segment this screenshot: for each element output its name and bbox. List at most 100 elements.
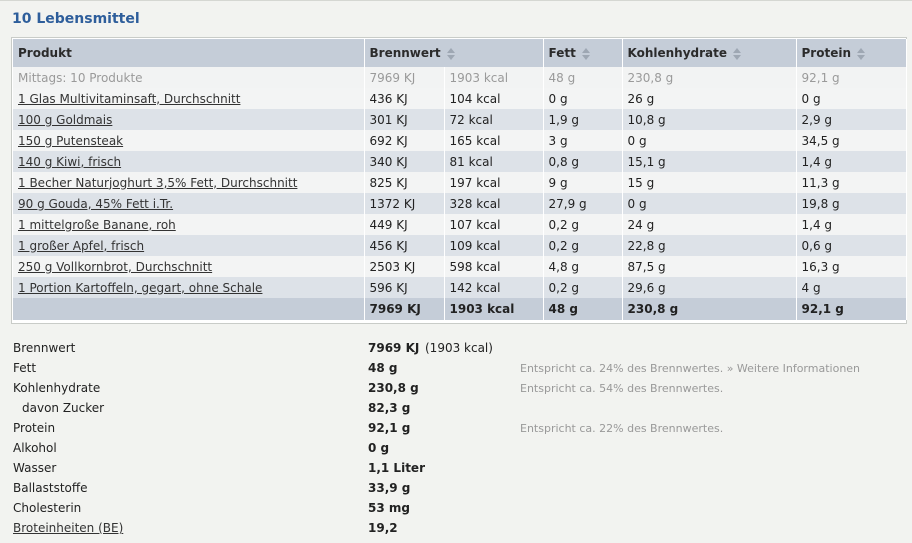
total-kcal: 1903 kcal: [444, 298, 544, 320]
total-kj: 7969 KJ: [364, 298, 445, 320]
meal-carbs: 230,8 g: [622, 67, 797, 88]
cell-fat: 0,2 g: [543, 277, 623, 298]
cell-fat: 27,9 g: [543, 193, 623, 214]
summary-value: 33,9 g: [368, 481, 411, 495]
cell-kj: 449 KJ: [364, 214, 445, 235]
summary-value: 82,3 g: [368, 401, 411, 415]
column-header-energy[interactable]: Brennwert: [364, 39, 544, 67]
summary-row-energy: Brennwert 7969 KJ (1903 kcal): [13, 338, 906, 358]
cell-kj: 825 KJ: [364, 172, 445, 193]
cell-kj: 1372 KJ: [364, 193, 445, 214]
cell-kcal: 328 kcal: [444, 193, 544, 214]
food-item-link[interactable]: 1 mittelgroße Banane, roh: [18, 218, 176, 232]
cell-kcal: 598 kcal: [444, 256, 544, 277]
summary-label: davon Zucker: [22, 401, 105, 415]
table-row: 1 mittelgroße Banane, roh 449 KJ 107 kca…: [13, 214, 907, 235]
cell-carbs: 24 g: [622, 214, 797, 235]
cell-kj: 596 KJ: [364, 277, 445, 298]
food-item-link[interactable]: 150 g Putensteak: [18, 134, 123, 148]
summary-value: 92,1 g: [368, 421, 411, 435]
summary-row-protein: Protein 92,1 g Entspricht ca. 22% des Br…: [13, 418, 906, 438]
total-row: 7969 KJ 1903 kcal 48 g 230,8 g 92,1 g: [13, 298, 907, 320]
bread-units-link[interactable]: Broteinheiten (BE): [13, 521, 123, 535]
summary-note: Entspricht ca. 22% des Brennwertes.: [520, 421, 724, 435]
cell-kcal: 72 kcal: [444, 109, 544, 130]
sort-icon[interactable]: [446, 47, 455, 60]
food-item-link[interactable]: 140 g Kiwi, frisch: [18, 155, 121, 169]
table-row: 90 g Gouda, 45% Fett i.Tr. 1372 KJ 328 k…: [13, 193, 907, 214]
top-divider: [0, 0, 912, 1]
summary-label: Cholesterin: [13, 501, 82, 515]
cell-carbs: 26 g: [622, 88, 797, 109]
summary-note: Entspricht ca. 24% des Brennwertes.: [520, 361, 724, 375]
total-carbs: 230,8 g: [622, 298, 797, 320]
meal-kcal: 1903 kcal: [444, 67, 544, 88]
cell-kj: 436 KJ: [364, 88, 445, 109]
column-header-protein[interactable]: Protein: [796, 39, 907, 67]
food-item-link[interactable]: 100 g Goldmais: [18, 113, 112, 127]
summary-value: 1,1 Liter: [368, 461, 425, 475]
summary-label: Wasser: [13, 461, 57, 475]
summary-row-water: Wasser 1,1 Liter: [13, 458, 906, 478]
cell-carbs: 87,5 g: [622, 256, 797, 277]
cell-fat: 9 g: [543, 172, 623, 193]
summary-value: 48 g: [368, 361, 398, 375]
summary-label: Kohlenhydrate: [13, 381, 101, 395]
column-header-carbs[interactable]: Kohlenhydrate: [622, 39, 797, 67]
summary-value: 7969 KJ: [368, 341, 420, 355]
summary-label: Protein: [13, 421, 56, 435]
page-title: 10 Lebensmittel: [12, 11, 140, 27]
meal-protein: 92,1 g: [796, 67, 907, 88]
meal-fat: 48 g: [543, 67, 623, 88]
page: 10 Lebensmittel Produkt Brennwert Fett K…: [0, 0, 912, 543]
summary-label: Brennwert: [13, 341, 76, 355]
cell-protein: 16,3 g: [796, 256, 907, 277]
sort-icon[interactable]: [857, 47, 866, 60]
cell-carbs: 0 g: [622, 130, 797, 151]
food-item-link[interactable]: 1 Glas Multivitaminsaft, Durchschnitt: [18, 92, 240, 106]
cell-kj: 301 KJ: [364, 109, 445, 130]
cell-fat: 0,2 g: [543, 235, 623, 256]
summary-label: Ballaststoffe: [13, 481, 88, 495]
food-item-link[interactable]: 90 g Gouda, 45% Fett i.Tr.: [18, 197, 173, 211]
cell-protein: 34,5 g: [796, 130, 907, 151]
total-fat: 48 g: [543, 298, 623, 320]
table-row: 1 Glas Multivitaminsaft, Durchschnitt 43…: [13, 88, 907, 109]
summary-row-fat: Fett 48 g Entspricht ca. 24% des Brennwe…: [13, 358, 906, 378]
cell-carbs: 15,1 g: [622, 151, 797, 172]
cell-kcal: 81 kcal: [444, 151, 544, 172]
meal-kj: 7969 KJ: [364, 67, 445, 88]
cell-fat: 0,2 g: [543, 214, 623, 235]
sort-icon[interactable]: [733, 47, 742, 60]
cell-fat: 3 g: [543, 130, 623, 151]
cell-kcal: 104 kcal: [444, 88, 544, 109]
sort-icon[interactable]: [581, 47, 590, 60]
meal-summary-row: Mittags: 10 Produkte 7969 KJ 1903 kcal 4…: [13, 67, 907, 88]
cell-fat: 0,8 g: [543, 151, 623, 172]
food-table: Produkt Brennwert Fett Kohlenhydrate Pro…: [13, 39, 907, 320]
column-header-fat[interactable]: Fett: [543, 39, 623, 67]
table-row: 1 Becher Naturjoghurt 3,5% Fett, Durchsc…: [13, 172, 907, 193]
cell-fat: 4,8 g: [543, 256, 623, 277]
summary-value: 0 g: [368, 441, 390, 455]
summary-row-alcohol: Alkohol 0 g: [13, 438, 906, 458]
total-label: [13, 298, 365, 320]
cell-carbs: 0 g: [622, 193, 797, 214]
food-item-link[interactable]: 1 großer Apfel, frisch: [18, 239, 144, 253]
column-header-product: Produkt: [13, 39, 365, 67]
cell-carbs: 15 g: [622, 172, 797, 193]
table-row: 140 g Kiwi, frisch 340 KJ 81 kcal 0,8 g …: [13, 151, 907, 172]
summary-value: 19,2: [368, 521, 398, 535]
cell-protein: 2,9 g: [796, 109, 907, 130]
food-item-link[interactable]: 250 g Vollkornbrot, Durchschnitt: [18, 260, 212, 274]
food-item-link[interactable]: 1 Portion Kartoffeln, gegart, ohne Schal…: [18, 281, 262, 295]
summary-row-cholesterol: Cholesterin 53 mg: [13, 498, 906, 518]
food-item-link[interactable]: 1 Becher Naturjoghurt 3,5% Fett, Durchsc…: [18, 176, 297, 190]
cell-kj: 456 KJ: [364, 235, 445, 256]
cell-protein: 11,3 g: [796, 172, 907, 193]
cell-carbs: 22,8 g: [622, 235, 797, 256]
cell-protein: 4 g: [796, 277, 907, 298]
cell-protein: 1,4 g: [796, 151, 907, 172]
total-protein: 92,1 g: [796, 298, 907, 320]
more-info-link[interactable]: » Weitere Informationen: [727, 362, 860, 375]
